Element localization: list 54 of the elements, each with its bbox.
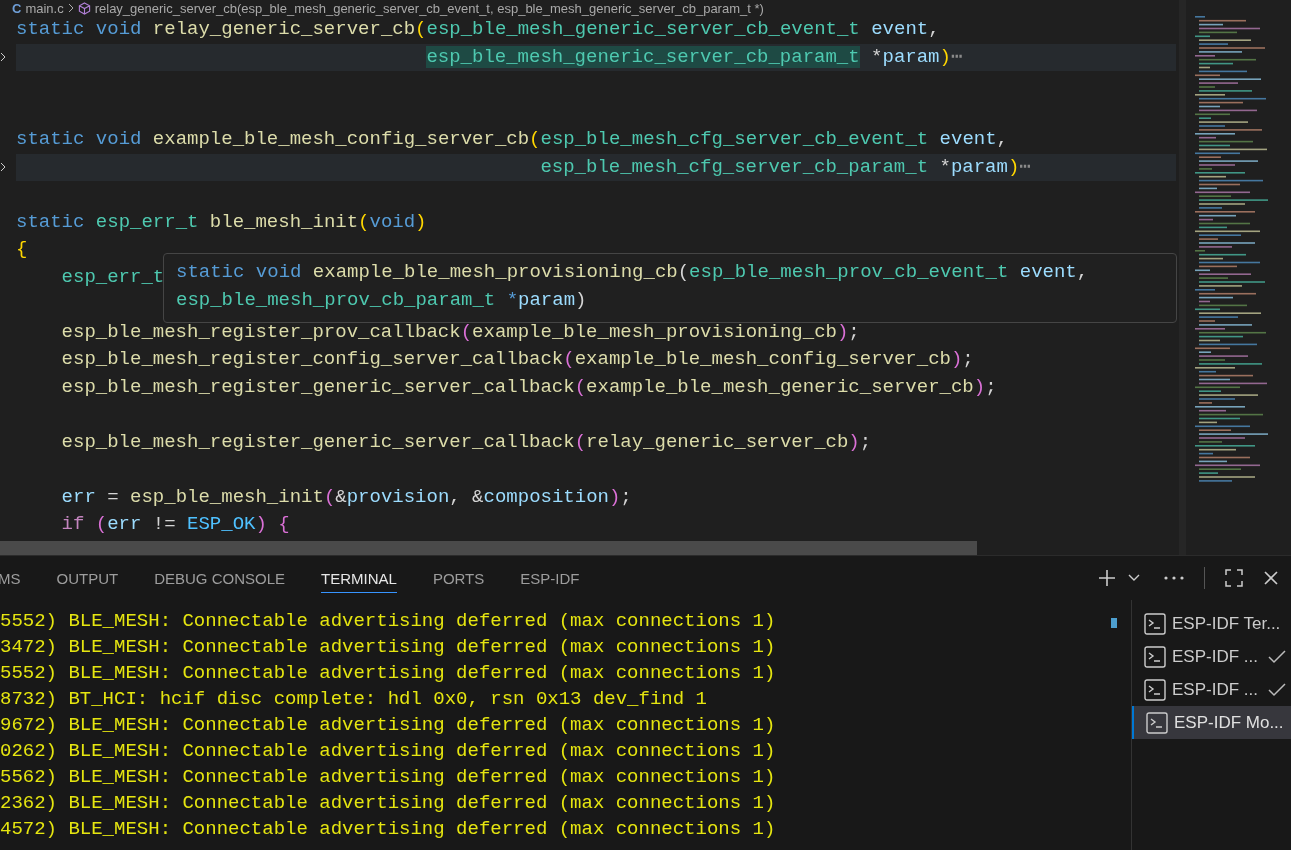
terminal-icon — [1144, 612, 1166, 635]
panel-tab[interactable]: MS — [0, 563, 21, 593]
more-icon[interactable] — [1164, 576, 1184, 580]
terminal-line: 4572) BLE_MESH: Connectable advertising deferred (max connections 1) — [0, 817, 776, 842]
chevron-down-icon[interactable] — [1128, 574, 1140, 582]
terminal-line: 5562) BLE_MESH: Connectable advertising deferred (max connections 1) — [0, 765, 776, 790]
terminal-list-item[interactable]: ESP-IDF ... — [1132, 673, 1291, 706]
plus-icon[interactable] — [1098, 569, 1116, 587]
panel-tab[interactable]: TERMINAL — [321, 563, 397, 593]
code-line: esp_ble_mesh_register_config_server_callback(example_ble_mesh_config_server_cb); — [61, 347, 974, 372]
panel-tab[interactable]: ESP-IDF — [520, 563, 580, 593]
terminal-list-item[interactable]: ESP-IDF Ter... — [1132, 607, 1291, 640]
close-icon[interactable] — [1263, 570, 1279, 586]
terminal-line: 5552) BLE_MESH: Connectable advertising deferred (max connections 1) — [0, 661, 776, 686]
c-file-icon: C — [12, 1, 22, 15]
code-line: esp_err_t — [61, 264, 165, 290]
code-line: esp_ble_mesh_cfg_server_cb_param_t *param)⋯ — [540, 154, 1031, 180]
code-line: static void example_ble_mesh_config_server_cb(esp_ble_mesh_cfg_server_cb_event_t event, — [16, 127, 1008, 152]
panel-tab[interactable]: PORTS — [432, 563, 485, 593]
terminal-line: 3472) BLE_MESH: Connectable advertising deferred (max connections 1) — [0, 635, 776, 660]
code-line: { — [16, 237, 28, 262]
terminal-line: 5552) BLE_MESH: Connectable advertising deferred (max connections 1) — [0, 609, 776, 634]
chevron-right-icon[interactable] — [0, 162, 6, 173]
maximize-icon[interactable] — [1225, 569, 1243, 587]
terminal-list-item[interactable]: ESP-IDF Mo... — [1132, 706, 1291, 739]
code-line: esp_ble_mesh_register_generic_server_callback(example_ble_mesh_generic_server_cb); — [61, 374, 997, 400]
chevron-right-icon — [67, 3, 74, 13]
panel-tab[interactable]: OUTPUT — [56, 563, 119, 593]
code-line: err = esp_ble_mesh_init(&provision, &composition); — [61, 484, 632, 510]
terminal-icon — [1144, 678, 1166, 701]
terminal-icon — [1144, 645, 1166, 668]
code-line: esp_ble_mesh_register_generic_server_callback(relay_generic_server_cb); — [61, 429, 872, 455]
code-line: static esp_err_t ble_mesh_init(void) — [16, 209, 427, 235]
terminal-line: 9672) BLE_MESH: Connectable advertising deferred (max connections 1) — [0, 713, 776, 738]
terminal-line: 0262) BLE_MESH: Connectable advertising deferred (max connections 1) — [0, 739, 776, 764]
terminal-icon — [1146, 711, 1168, 734]
terminal-line: 2362) BLE_MESH: Connectable advertising deferred (max connections 1) — [0, 791, 776, 816]
panel-tab[interactable]: DEBUG CONSOLE — [154, 563, 286, 593]
terminal-line: 8732) BT_HCI: hcif disc complete: hdl 0x0, rsn 0x13 dev_find 1 — [0, 687, 707, 712]
code-line: esp_ble_mesh_generic_server_cb_param_t *param)⋯ — [426, 44, 963, 70]
code-line: esp_ble_mesh_register_prov_callback(example_ble_mesh_provisioning_cb); — [61, 319, 860, 345]
check-icon — [1267, 682, 1286, 697]
code-line: if (err != ESP_OK) { — [61, 512, 290, 537]
signature-line: esp_ble_mesh_prov_cb_param_t *param) — [176, 288, 587, 313]
signature-line: static void example_ble_mesh_provisioning_cb(esp_ble_mesh_prov_cb_event_t event, — [176, 260, 1089, 285]
horizontal-scrollbar[interactable] — [0, 541, 977, 555]
scrollbar-thumb[interactable] — [1111, 618, 1117, 628]
breadcrumb-file[interactable]: main.c — [25, 1, 64, 15]
code-line: static void relay_generic_server_cb(esp_ble_mesh_generic_server_cb_event_t event, — [16, 17, 940, 42]
breadcrumb-symbol[interactable]: relay_generic_server_cb(esp_ble_mesh_generic_server_cb_event_t, esp_ble_mesh_generic_server_cb_param_t *) — [94, 1, 764, 15]
terminal-list-item[interactable]: ESP-IDF ... — [1132, 640, 1291, 673]
chevron-right-icon[interactable] — [0, 52, 6, 63]
check-icon — [1267, 649, 1286, 664]
cube-icon — [77, 1, 91, 15]
